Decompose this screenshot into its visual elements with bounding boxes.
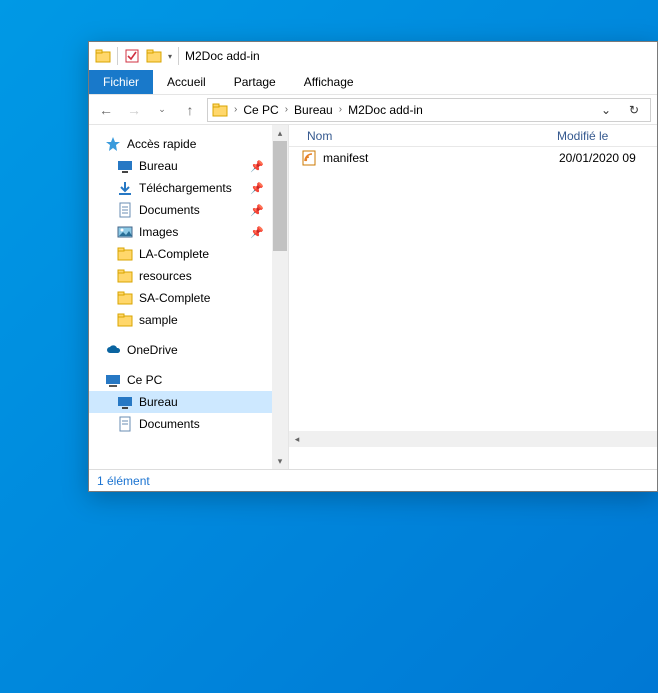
pin-icon: 📌	[250, 160, 264, 173]
back-button[interactable]: ←	[95, 99, 117, 121]
file-list: manifest 20/01/2020 09	[289, 147, 657, 469]
onedrive[interactable]: OneDrive	[89, 339, 288, 361]
tree: Accès rapide Bureau 📌 Téléchargements 📌 …	[89, 125, 288, 439]
cloud-icon	[105, 342, 121, 358]
tab-accueil[interactable]: Accueil	[153, 70, 220, 94]
chevron-down-icon[interactable]: ⌄	[594, 99, 618, 121]
tree-label: SA-Complete	[139, 291, 210, 305]
chevron-right-icon[interactable]: ›	[283, 104, 290, 115]
window-title: M2Doc add-in	[185, 49, 260, 63]
image-icon	[117, 224, 133, 240]
tree-item-folder[interactable]: SA-Complete	[89, 287, 288, 309]
tree-label: resources	[139, 269, 192, 283]
separator	[117, 47, 118, 65]
tree-label: Bureau	[139, 395, 178, 409]
tree-label: OneDrive	[127, 343, 178, 357]
content-pane: Nom Modifié le manifest 20/01/2020 09 ◂	[289, 125, 657, 469]
tree-item-folder[interactable]: LA-Complete	[89, 243, 288, 265]
tree-label: sample	[139, 313, 178, 327]
nav-scrollbar[interactable]: ▴ ▾	[272, 125, 288, 469]
titlebar: ▾ M2Doc add-in	[89, 42, 657, 70]
folder-icon	[117, 268, 133, 284]
tree-item-images[interactable]: Images 📌	[89, 221, 288, 243]
column-headers: Nom Modifié le	[289, 125, 657, 147]
explorer-window: ▾ M2Doc add-in Fichier Accueil Partage A…	[88, 41, 658, 492]
navigation-pane: Accès rapide Bureau 📌 Téléchargements 📌 …	[89, 125, 289, 469]
chevron-right-icon[interactable]: ›	[232, 104, 239, 115]
breadcrumb-item[interactable]: M2Doc add-in	[348, 103, 423, 117]
separator	[178, 47, 179, 65]
folder-open-icon[interactable]	[146, 48, 162, 64]
tree-item-documents[interactable]: Documents 📌	[89, 199, 288, 221]
up-button[interactable]: ↑	[179, 99, 201, 121]
download-icon	[117, 180, 133, 196]
recent-button[interactable]: ⌄	[151, 99, 173, 121]
tree-label: Ce PC	[127, 373, 162, 387]
tree-item-documents[interactable]: Documents	[89, 413, 288, 435]
address-bar: ← → ⌄ ↑ › Ce PC › Bureau › M2Doc add-in …	[89, 95, 657, 125]
scroll-up-icon[interactable]: ▴	[272, 125, 288, 141]
tab-fichier[interactable]: Fichier	[89, 70, 153, 94]
folder-icon	[117, 312, 133, 328]
tree-label: Accès rapide	[127, 137, 196, 151]
scroll-down-icon[interactable]: ▾	[272, 453, 288, 469]
tab-partage[interactable]: Partage	[220, 70, 290, 94]
pin-icon: 📌	[250, 204, 264, 217]
quick-access[interactable]: Accès rapide	[89, 133, 288, 155]
desktop-icon	[117, 394, 133, 410]
breadcrumb-item[interactable]: Ce PC	[243, 103, 278, 117]
tree-item-folder[interactable]: resources	[89, 265, 288, 287]
tree-item-bureau[interactable]: Bureau	[89, 391, 288, 413]
file-modified: 20/01/2020 09	[559, 151, 636, 165]
chevron-down-icon[interactable]: ▾	[168, 52, 172, 61]
folder-icon	[212, 102, 228, 118]
refresh-icon[interactable]: ↻	[622, 99, 646, 121]
checkbox-icon[interactable]	[124, 48, 140, 64]
breadcrumb[interactable]: › Ce PC › Bureau › M2Doc add-in ⌄ ↻	[207, 98, 651, 122]
folder-icon	[117, 290, 133, 306]
column-modified[interactable]: Modifié le	[545, 129, 620, 143]
scroll-thumb[interactable]	[273, 141, 287, 251]
column-name[interactable]: Nom	[295, 129, 545, 143]
file-name: manifest	[323, 151, 553, 165]
tab-affichage[interactable]: Affichage	[290, 70, 368, 94]
pin-icon: 📌	[250, 226, 264, 239]
desktop-icon	[117, 158, 133, 174]
tree-label: Images	[139, 225, 178, 239]
tree-item-bureau[interactable]: Bureau 📌	[89, 155, 288, 177]
tree-label: Documents	[139, 203, 200, 217]
document-icon	[117, 202, 133, 218]
horizontal-scrollbar[interactable]: ◂	[289, 431, 657, 447]
body: Accès rapide Bureau 📌 Téléchargements 📌 …	[89, 125, 657, 469]
status-bar: 1 élément	[89, 469, 657, 491]
tree-label: Documents	[139, 417, 200, 431]
tree-label: Bureau	[139, 159, 178, 173]
pc-icon	[105, 372, 121, 388]
chevron-right-icon[interactable]: ›	[337, 104, 344, 115]
tree-label: Téléchargements	[139, 181, 232, 195]
tree-item-downloads[interactable]: Téléchargements 📌	[89, 177, 288, 199]
xml-file-icon	[301, 150, 317, 166]
tree-item-folder[interactable]: sample	[89, 309, 288, 331]
file-row[interactable]: manifest 20/01/2020 09	[289, 147, 657, 169]
breadcrumb-item[interactable]: Bureau	[294, 103, 333, 117]
document-icon	[117, 416, 133, 432]
this-pc[interactable]: Ce PC	[89, 369, 288, 391]
pin-icon: 📌	[250, 182, 264, 195]
folder-icon	[95, 48, 111, 64]
folder-icon	[117, 246, 133, 262]
tree-label: LA-Complete	[139, 247, 209, 261]
star-icon	[105, 136, 121, 152]
status-count: 1 élément	[97, 474, 150, 488]
scroll-left-icon[interactable]: ◂	[289, 431, 305, 447]
ribbon-tabs: Fichier Accueil Partage Affichage	[89, 70, 657, 95]
forward-button[interactable]: →	[123, 99, 145, 121]
